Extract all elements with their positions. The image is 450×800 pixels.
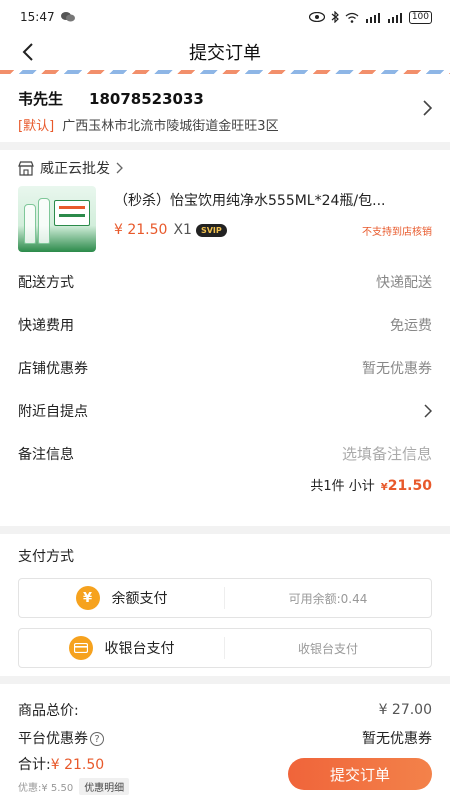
pay-option-label: 收银台支付	[104, 641, 175, 657]
shipping-fee-row: 快递费用 免运费	[0, 303, 450, 346]
pay-option-info: 收银台支付	[297, 641, 358, 656]
submit-order-button[interactable]: 提交订单	[288, 758, 432, 790]
discount-detail-button[interactable]: 优惠明细	[79, 778, 130, 795]
product-quantity: X1	[173, 222, 192, 238]
eye-icon	[308, 12, 325, 22]
address-detail: 广西玉林市北流市陵城街道金旺旺3区	[62, 119, 279, 134]
subtotal-label: 共1件 小计	[310, 479, 375, 494]
recipient-phone: 18078523033	[89, 89, 204, 108]
help-icon[interactable]: ?	[90, 732, 104, 746]
chevron-right-icon	[423, 100, 433, 120]
battery-icon: 100	[408, 10, 432, 24]
status-bar: 15:47 100	[0, 0, 450, 34]
bluetooth-icon	[331, 11, 339, 23]
svip-badge: SVIP	[195, 223, 227, 237]
chevron-right-icon	[424, 403, 432, 418]
row-label: 配送方式	[18, 274, 74, 291]
pay-option-cashier[interactable]: 收银台支付 收银台支付	[18, 628, 432, 668]
pickup-note: 不支持到店核销	[362, 226, 432, 238]
goods-total-label: 商品总价:	[18, 703, 79, 719]
chevron-left-icon	[22, 43, 33, 61]
product-item[interactable]: （秒杀）怡宝饮用纯净水555ML*24瓶/包... ¥ 21.50 X1 SVI…	[0, 186, 450, 260]
shop-name: 威正云批发	[40, 161, 110, 177]
pay-option-label: 余额支付	[111, 591, 168, 607]
wifi-icon	[345, 12, 359, 23]
subtotal-amount: 21.50	[387, 478, 432, 494]
back-button[interactable]	[16, 38, 40, 66]
recipient-name: 韦先生	[18, 90, 64, 108]
payment-card: 支付方式 ¥ 余额支付 可用余额:0.44 收银台支付 收银台支付	[0, 534, 450, 676]
pickup-point-row[interactable]: 附近自提点	[0, 389, 450, 432]
address-card[interactable]: 韦先生 18078523033 [默认] 广西玉林市北流市陵城街道金旺旺3区	[0, 74, 450, 142]
pay-option-balance[interactable]: ¥ 余额支付 可用余额:0.44	[18, 578, 432, 618]
shop-card: 威正云批发 （秒杀）怡宝饮用纯净水555ML*24瓶/包... ¥ 21.50 …	[0, 150, 450, 526]
nav-bar: 提交订单	[0, 34, 450, 70]
chat-icon	[60, 12, 75, 22]
pay-option-info: 可用余额:0.44	[288, 591, 368, 606]
discount-amount: 优惠:¥ 5.50	[18, 783, 74, 794]
product-price: ¥ 21.50	[114, 222, 168, 238]
store-icon	[18, 160, 34, 176]
row-label: 备注信息	[18, 446, 74, 463]
product-title: （秒杀）怡宝饮用纯净水555ML*24瓶/包...	[114, 193, 386, 209]
row-label: 附近自提点	[18, 403, 88, 420]
row-label: 店铺优惠券	[18, 360, 88, 377]
row-value: 快递配送	[376, 274, 432, 291]
subtotal-currency: ¥	[380, 482, 388, 493]
status-time: 15:47	[20, 10, 55, 24]
shop-header[interactable]: 威正云批发	[0, 150, 450, 186]
total-amount: ¥ 21.50	[50, 757, 105, 773]
platform-coupon-label: 平台优惠券	[18, 731, 88, 747]
card-icon	[68, 636, 93, 660]
remark-input[interactable]: 选填备注信息	[342, 443, 432, 464]
total-label: 合计:	[18, 757, 51, 773]
delivery-method-row[interactable]: 配送方式 快递配送	[0, 260, 450, 303]
row-value: 暂无优惠券	[362, 360, 432, 377]
row-value: 免运费	[390, 317, 432, 334]
platform-coupon-value[interactable]: 暂无优惠券	[362, 728, 432, 748]
yen-icon: ¥	[75, 586, 100, 610]
order-summary: 商品总价: ¥ 27.00 平台优惠券? 暂无优惠券 合计:¥ 21.50 优惠…	[0, 684, 450, 800]
shop-coupon-row[interactable]: 店铺优惠券 暂无优惠券	[0, 346, 450, 389]
page-title: 提交订单	[189, 43, 261, 64]
chevron-right-icon	[116, 162, 123, 174]
signal-icon-2	[387, 12, 402, 23]
default-tag: [默认]	[18, 119, 55, 134]
signal-icon	[365, 12, 380, 23]
payment-title: 支付方式	[18, 549, 74, 565]
goods-total-value: ¥ 27.00	[378, 702, 432, 718]
row-label: 快递费用	[18, 317, 74, 334]
remark-row: 备注信息 选填备注信息	[0, 432, 450, 475]
subtotal: 共1件 小计 ¥21.50	[0, 475, 450, 494]
product-image	[18, 186, 96, 252]
